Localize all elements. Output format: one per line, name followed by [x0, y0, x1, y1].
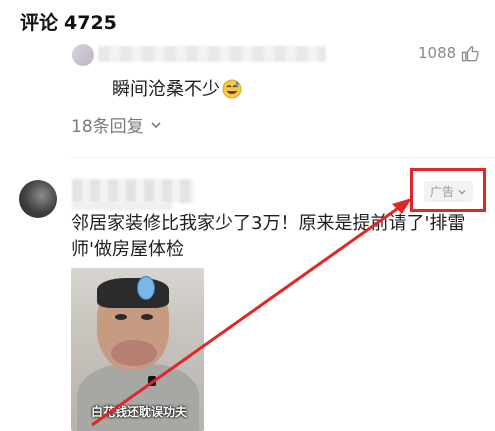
ad-badge-label: 广告 — [430, 185, 455, 199]
divider — [71, 157, 495, 158]
thumbnail-caption: 白花钱还耽误功夫 — [90, 405, 187, 419]
like-count: 1088 — [418, 44, 457, 62]
thumbnail-eye — [115, 314, 127, 320]
comments-title: 评论 4725 — [20, 8, 117, 35]
comments-header: 评论 4725 — [0, 0, 495, 42]
username-redacted — [98, 46, 326, 62]
thumbnail-hair — [97, 278, 169, 308]
thumbnail-shirt — [77, 364, 199, 431]
avatar[interactable] — [72, 44, 94, 66]
chevron-down-icon — [458, 189, 466, 194]
thumbs-up-icon[interactable] — [460, 44, 480, 64]
ad-subtitle-redacted — [72, 202, 172, 210]
comments-label: 评论 — [20, 12, 59, 34]
view-replies-button[interactable]: 18条回复 — [71, 112, 162, 137]
view-replies-label: 18条回复 — [71, 117, 144, 137]
ad-video-thumbnail[interactable]: 白花钱还耽误功夫 — [71, 268, 204, 431]
reply-text-content: 瞬间沧桑不少 — [112, 79, 220, 100]
sweat-drop-icon — [137, 276, 155, 300]
ad-avatar[interactable] — [19, 180, 57, 218]
ad-username-redacted — [72, 179, 194, 203]
chevron-down-icon — [151, 121, 161, 128]
thumbnail-mouth — [111, 340, 157, 366]
comments-count: 4725 — [64, 12, 117, 34]
thumbnail-eye — [141, 314, 153, 320]
sweat-smile-emoji-icon — [222, 79, 242, 99]
reply-text: 瞬间沧桑不少 — [112, 75, 242, 101]
microphone-icon — [148, 376, 156, 386]
ad-badge[interactable]: 广告 — [424, 181, 474, 202]
ad-comment-text[interactable]: 邻居家装修比我家少了3万！原来是提前请了'排雷师'做房屋体检 — [71, 211, 491, 263]
comments-page: 评论 4725 1088 瞬间沧桑不少 18条回复 广告 邻居家装修比我家少了3… — [0, 0, 495, 431]
